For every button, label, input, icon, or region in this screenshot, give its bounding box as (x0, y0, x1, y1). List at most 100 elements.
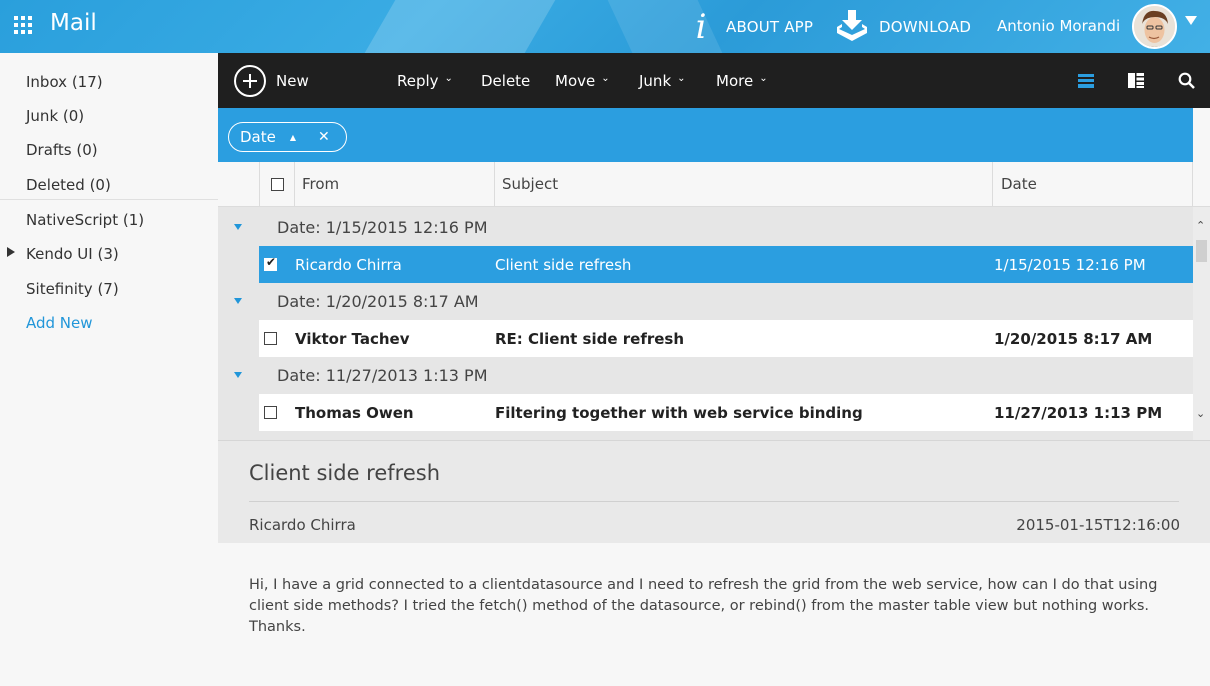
column-divider (294, 162, 295, 207)
plus-circle-icon (234, 64, 266, 97)
group-header-label: Date: 11/27/2013 1:13 PM (277, 366, 488, 385)
column-divider (992, 162, 993, 207)
column-divider (494, 162, 495, 207)
select-all-cell (271, 162, 284, 207)
group-filter-bar: Date ▲ ✕ (218, 108, 1193, 162)
chevron-down-icon: ⌄ (444, 73, 453, 84)
row-date: 1/15/2015 12:16 PM (994, 256, 1146, 274)
column-header-from[interactable]: From (302, 162, 339, 207)
date-group-chip[interactable]: Date ▲ ✕ (228, 122, 347, 152)
row-from: Ricardo Chirra (295, 256, 402, 274)
sidebar-item-inbox[interactable]: Inbox (17) (26, 73, 103, 91)
sidebar-item-deleted[interactable]: Deleted (0) (26, 176, 111, 194)
chevron-down-icon: ⌄ (677, 73, 686, 84)
reply-button[interactable]: Reply ⌄ (397, 53, 453, 108)
split-view-icon (1128, 73, 1144, 88)
info-icon: i (695, 6, 707, 47)
table-row[interactable]: Viktor Tachev RE: Client side refresh 1/… (259, 320, 1193, 357)
group-header-row: Date: 11/27/2013 1:13 PM (218, 357, 1193, 394)
row-checkbox[interactable] (264, 332, 277, 345)
group-header-row: Date: 1/15/2015 12:16 PM (218, 209, 1193, 246)
message-sender: Ricardo Chirra (249, 516, 356, 534)
row-date: 11/27/2013 1:13 PM (994, 404, 1163, 422)
new-button-label: New (276, 71, 309, 90)
row-from: Viktor Tachev (295, 330, 410, 348)
sidebar-item-junk[interactable]: Junk (0) (26, 107, 84, 125)
table-row[interactable]: ✔ Ricardo Chirra Client side refresh 1/1… (259, 246, 1193, 283)
list-view-icon (1078, 73, 1094, 88)
about-app-button[interactable]: i ABOUT APP (692, 0, 813, 53)
chevron-down-icon: ⌄ (601, 73, 610, 84)
row-date: 1/20/2015 8:17 AM (994, 330, 1153, 348)
move-button-label: Move (555, 71, 596, 90)
column-divider (259, 162, 260, 207)
row-checkbox[interactable] (264, 406, 277, 419)
search-button[interactable] (1178, 53, 1195, 108)
split-view-button[interactable] (1128, 53, 1144, 108)
message-body: Hi, I have a grid connected to a clientd… (249, 577, 1158, 635)
grid-header: From Subject Date (218, 162, 1210, 207)
avatar[interactable] (1132, 4, 1177, 49)
sidebar-item-nativescript[interactable]: NativeScript (1) (26, 211, 144, 229)
app-launcher-icon[interactable] (14, 16, 34, 36)
new-button[interactable]: New (234, 53, 309, 108)
chevron-down-icon: ⌄ (759, 73, 768, 84)
grid-scrollbar[interactable]: ⌃ ⌄ (1193, 207, 1210, 440)
scroll-down-icon[interactable]: ⌄ (1196, 407, 1205, 420)
date-group-chip-label: Date (240, 128, 276, 146)
download-label: DOWNLOAD (879, 17, 972, 36)
list-view-button[interactable] (1078, 53, 1094, 108)
more-button-label: More (716, 71, 754, 90)
column-header-date[interactable]: Date (1001, 162, 1037, 207)
delete-button-label: Delete (481, 71, 531, 90)
remove-group-icon[interactable]: ✕ (318, 129, 330, 145)
reply-button-label: Reply (397, 71, 439, 90)
download-button[interactable]: DOWNLOAD (835, 0, 971, 53)
sidebar-item-drafts[interactable]: Drafts (0) (26, 141, 98, 159)
mail-grid: Date: 1/15/2015 12:16 PM ✔ Ricardo Chirr… (218, 207, 1210, 440)
scroll-up-icon[interactable]: ⌃ (1196, 219, 1205, 232)
user-menu-caret-icon[interactable] (1185, 16, 1197, 25)
table-row[interactable]: Thomas Owen Filtering together with web … (259, 394, 1193, 431)
app-title: Mail (50, 10, 97, 36)
group-header-row: Date: 1/20/2015 8:17 AM (218, 283, 1193, 320)
header-decoration (364, 0, 556, 53)
sidebar-item-kendo-ui[interactable]: Kendo UI (3) (26, 245, 119, 263)
collapse-group-icon[interactable] (234, 298, 242, 304)
row-from: Thomas Owen (295, 404, 414, 422)
group-header-label: Date: 1/15/2015 12:16 PM (277, 218, 488, 237)
download-icon (835, 9, 869, 45)
app-header: Mail i ABOUT APP DOWNLOAD Antonio Morand… (0, 0, 1210, 53)
user-name[interactable]: Antonio Morandi (997, 17, 1120, 35)
row-subject: Client side refresh (495, 256, 632, 274)
reading-pane: Client side refresh Ricardo Chirra 2015-… (218, 440, 1210, 686)
junk-button[interactable]: Junk ⌄ (639, 53, 686, 108)
column-divider (1192, 162, 1193, 207)
row-subject: Filtering together with web service bind… (495, 404, 863, 422)
column-header-subject[interactable]: Subject (502, 162, 558, 207)
toolbar: New Reply ⌄ Delete Move ⌄ Junk ⌄ More ⌄ (218, 53, 1210, 108)
row-subject: RE: Client side refresh (495, 330, 685, 348)
delete-button[interactable]: Delete (481, 53, 530, 108)
message-date: 2015-01-15T12:16:00 (1016, 516, 1180, 534)
sidebar-divider (0, 199, 218, 200)
collapse-group-icon[interactable] (234, 224, 242, 230)
collapse-group-icon[interactable] (234, 372, 242, 378)
junk-button-label: Junk (639, 71, 672, 90)
scrollbar-thumb[interactable] (1196, 240, 1207, 262)
add-new-folder-link[interactable]: Add New (26, 314, 93, 332)
message-header: Client side refresh Ricardo Chirra 2015-… (218, 440, 1210, 543)
expand-arrow-icon[interactable] (7, 247, 15, 257)
sidebar: Inbox (17) Junk (0) Drafts (0) Deleted (… (0, 53, 218, 686)
message-subject: Client side refresh (249, 461, 440, 485)
row-checkbox[interactable]: ✔ (264, 255, 277, 271)
group-header-label: Date: 1/20/2015 8:17 AM (277, 292, 479, 311)
search-icon (1178, 72, 1195, 89)
sort-ascending-icon[interactable]: ▲ (290, 133, 296, 142)
about-app-label: ABOUT APP (726, 17, 814, 36)
move-button[interactable]: Move ⌄ (555, 53, 610, 108)
select-all-checkbox[interactable] (271, 178, 284, 191)
more-button[interactable]: More ⌄ (716, 53, 768, 108)
sidebar-item-sitefinity[interactable]: Sitefinity (7) (26, 280, 119, 298)
checkmark-icon: ✔ (266, 255, 277, 269)
